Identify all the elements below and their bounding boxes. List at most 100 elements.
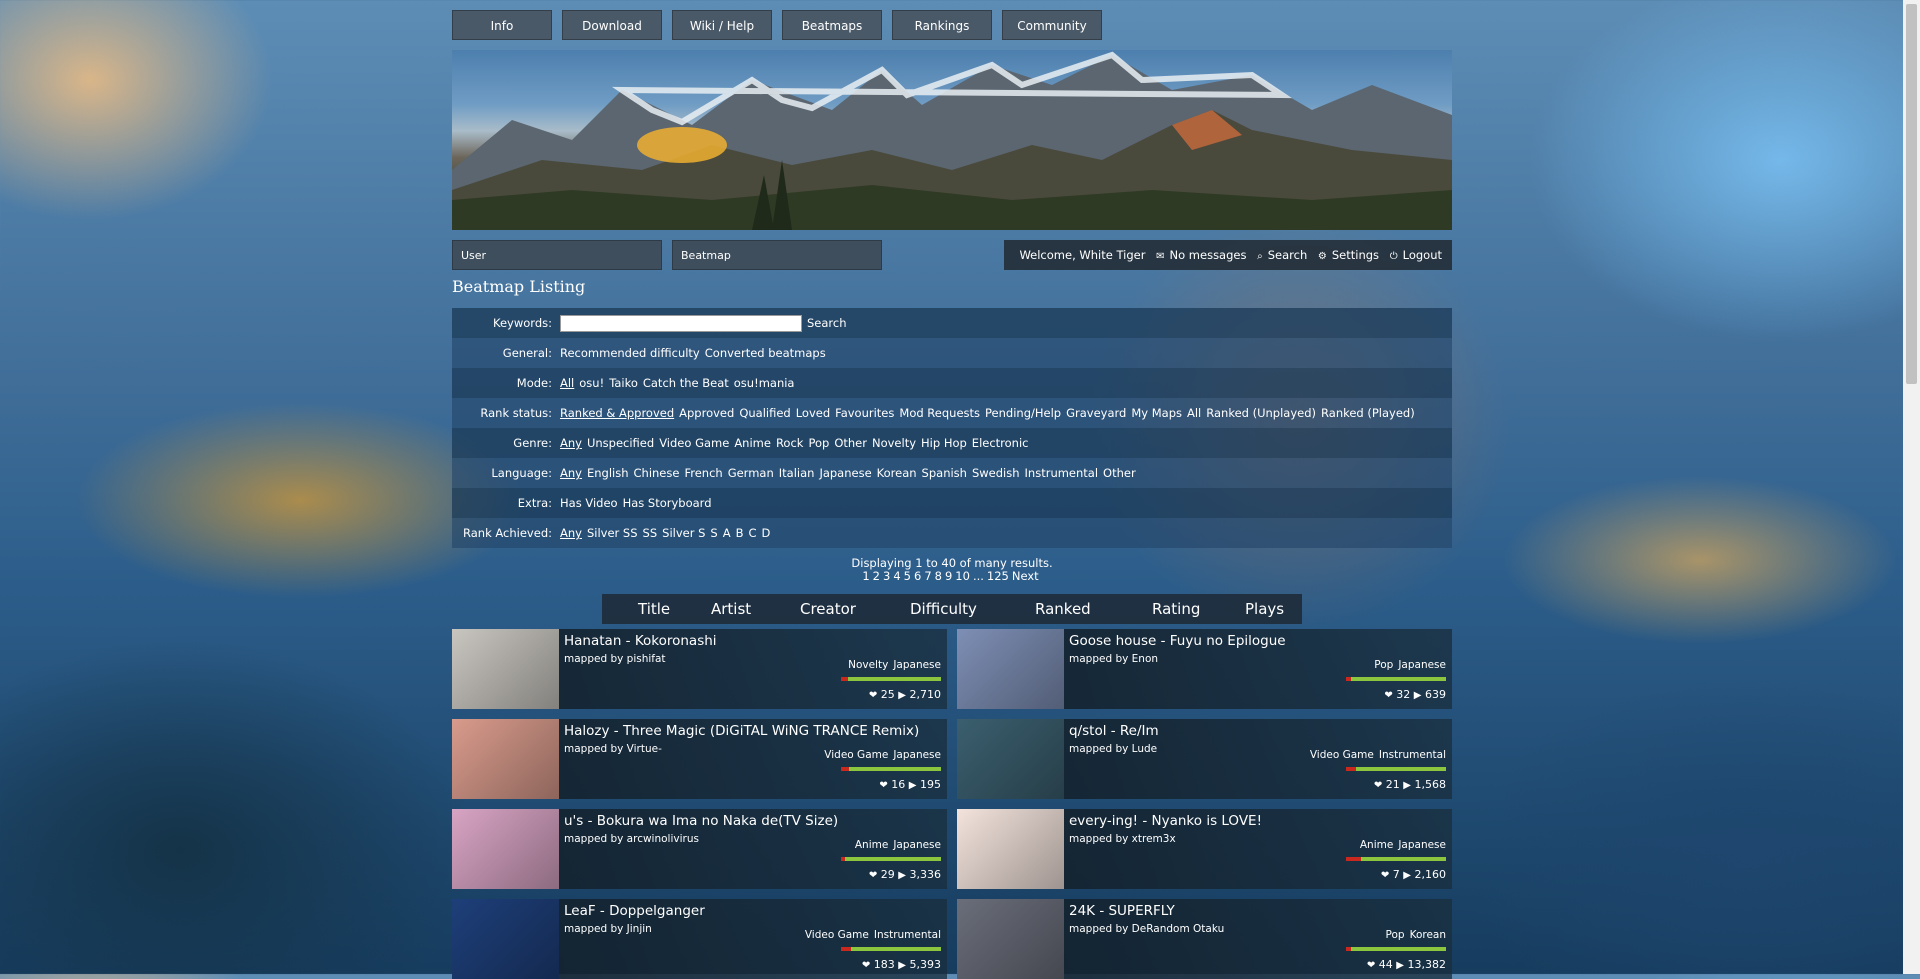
beatmap-title[interactable]: Hanatan - Kokoronashi <box>564 633 717 649</box>
beatmap-mapper[interactable]: mapped by Enon <box>1069 653 1158 665</box>
filter-option[interactable]: English <box>587 466 629 480</box>
filter-option[interactable]: My Maps <box>1131 406 1182 420</box>
sort-rating-button[interactable]: Rating <box>1152 594 1200 624</box>
beatmap-mapper[interactable]: mapped by Virtue- <box>564 743 662 755</box>
filter-option[interactable]: A <box>723 526 731 540</box>
beatmap-thumbnail[interactable] <box>452 899 559 979</box>
nav-rankings-button[interactable]: Rankings <box>892 10 992 40</box>
beatmap-card[interactable]: every-ing! - Nyanko is LOVE! mapped by xt… <box>957 809 1452 889</box>
filter-option[interactable]: Loved <box>796 406 830 420</box>
beatmap-title[interactable]: LeaF - Doppelganger <box>564 903 705 919</box>
page-link[interactable]: 1 <box>862 569 869 583</box>
sort-creator-button[interactable]: Creator <box>800 594 856 624</box>
page-link[interactable]: 9 <box>945 569 952 583</box>
sort-artist-button[interactable]: Artist <box>711 594 751 624</box>
filter-option[interactable]: Novelty <box>872 436 916 450</box>
filter-option[interactable]: Italian <box>779 466 815 480</box>
sort-title-button[interactable]: Title <box>638 594 670 624</box>
messages-link[interactable]: No messages <box>1170 248 1247 262</box>
filter-option[interactable]: C <box>748 526 756 540</box>
beatmap-card[interactable]: LeaF - Doppelganger mapped by Jinjin Video… <box>452 899 947 979</box>
beatmap-mapper[interactable]: mapped by Lude <box>1069 743 1157 755</box>
beatmap-mapper[interactable]: mapped by arcwinolivirus <box>564 833 699 845</box>
page-link[interactable]: 125 <box>987 569 1009 583</box>
beatmap-thumbnail[interactable] <box>957 899 1064 979</box>
page-link[interactable]: 6 <box>914 569 921 583</box>
filter-option[interactable]: Catch the Beat <box>643 376 729 390</box>
filter-option[interactable]: Converted beatmaps <box>705 346 826 360</box>
page-link[interactable]: 3 <box>883 569 890 583</box>
sort-difficulty-button[interactable]: Difficulty <box>910 594 977 624</box>
filter-option[interactable]: osu! <box>579 376 604 390</box>
filter-option[interactable]: Has Video <box>560 496 618 510</box>
page-link[interactable]: Next <box>1012 569 1039 583</box>
beatmap-search-input[interactable] <box>672 240 882 270</box>
filter-option[interactable]: osu!mania <box>734 376 795 390</box>
logout-link[interactable]: Logout <box>1403 248 1442 262</box>
filter-option[interactable]: B <box>736 526 744 540</box>
filter-option[interactable]: French <box>684 466 722 480</box>
filter-option[interactable]: Taiko <box>609 376 638 390</box>
sort-plays-button[interactable]: Plays <box>1245 594 1284 624</box>
search-link[interactable]: Search <box>1268 248 1308 262</box>
nav-wiki-help-button[interactable]: Wiki / Help <box>672 10 772 40</box>
filter-option[interactable]: Qualified <box>739 406 790 420</box>
nav-download-button[interactable]: Download <box>562 10 662 40</box>
beatmap-thumbnail[interactable] <box>452 629 559 709</box>
beatmap-mapper[interactable]: mapped by xtrem3x <box>1069 833 1176 845</box>
beatmap-card[interactable]: u's - Bokura wa Ima no Naka de(TV Size) m… <box>452 809 947 889</box>
filter-option[interactable]: Electronic <box>972 436 1029 450</box>
filter-option[interactable]: Anime <box>734 436 771 450</box>
filter-option[interactable]: SS <box>643 526 658 540</box>
filter-option[interactable]: All <box>560 376 574 390</box>
filter-option[interactable]: Unspecified <box>587 436 654 450</box>
beatmap-thumbnail[interactable] <box>452 719 559 799</box>
filter-option[interactable]: Any <box>560 436 582 450</box>
nav-beatmaps-button[interactable]: Beatmaps <box>782 10 882 40</box>
settings-link[interactable]: Settings <box>1332 248 1379 262</box>
page-link[interactable]: 10 <box>955 569 970 583</box>
beatmap-card[interactable]: Goose house - Fuyu no Epilogue mapped by … <box>957 629 1452 709</box>
user-search-input[interactable] <box>452 240 662 270</box>
beatmap-title[interactable]: Goose house - Fuyu no Epilogue <box>1069 633 1286 649</box>
filter-option[interactable]: Graveyard <box>1066 406 1126 420</box>
sort-ranked-button[interactable]: Ranked <box>1035 594 1091 624</box>
filter-option[interactable]: Ranked & Approved <box>560 406 674 420</box>
beatmap-mapper[interactable]: mapped by DeRandom Otaku <box>1069 923 1224 935</box>
filter-option[interactable]: Rock <box>776 436 804 450</box>
nav-community-button[interactable]: Community <box>1002 10 1102 40</box>
beatmap-card[interactable]: Hanatan - Kokoronashi mapped by pishifat N… <box>452 629 947 709</box>
beatmap-title[interactable]: 24K - SUPERFLY <box>1069 903 1175 919</box>
beatmap-title[interactable]: u's - Bokura wa Ima no Naka de(TV Size) <box>564 813 838 829</box>
filter-option[interactable]: All <box>1187 406 1201 420</box>
filter-option[interactable]: Chinese <box>634 466 680 480</box>
filter-option[interactable]: Korean <box>877 466 917 480</box>
scrollbar[interactable] <box>1903 0 1920 974</box>
page-link[interactable]: 5 <box>904 569 911 583</box>
filter-option[interactable]: Japanese <box>819 466 871 480</box>
filter-option[interactable]: Spanish <box>922 466 967 480</box>
filter-option[interactable]: Swedish <box>972 466 1020 480</box>
beatmap-thumbnail[interactable] <box>957 809 1064 889</box>
filter-option[interactable]: S <box>710 526 717 540</box>
filter-option[interactable]: Any <box>560 466 582 480</box>
scroll-thumb[interactable] <box>1906 4 1917 384</box>
keywords-search-button[interactable]: Search <box>807 316 847 330</box>
beatmap-thumbnail[interactable] <box>452 809 559 889</box>
beatmap-mapper[interactable]: mapped by Jinjin <box>564 923 652 935</box>
filter-option[interactable]: Silver SS <box>587 526 638 540</box>
nav-info-button[interactable]: Info <box>452 10 552 40</box>
beatmap-thumbnail[interactable] <box>957 629 1064 709</box>
filter-option[interactable]: Ranked (Unplayed) <box>1206 406 1316 420</box>
filter-option[interactable]: Silver S <box>662 526 705 540</box>
keywords-input[interactable] <box>560 315 802 332</box>
filter-option[interactable]: German <box>728 466 774 480</box>
filter-option[interactable]: Has Storyboard <box>623 496 712 510</box>
beatmap-card[interactable]: q/stol - Re/Im mapped by Lude Video Game In… <box>957 719 1452 799</box>
page-link[interactable]: 2 <box>873 569 880 583</box>
page-link[interactable]: 7 <box>924 569 931 583</box>
filter-option[interactable]: Mod Requests <box>899 406 980 420</box>
filter-option[interactable]: Approved <box>679 406 734 420</box>
beatmap-card[interactable]: Halozy - Three Magic (DiGiTAL WiNG TRANC… <box>452 719 947 799</box>
beatmap-title[interactable]: Halozy - Three Magic (DiGiTAL WiNG TRANC… <box>564 723 919 739</box>
